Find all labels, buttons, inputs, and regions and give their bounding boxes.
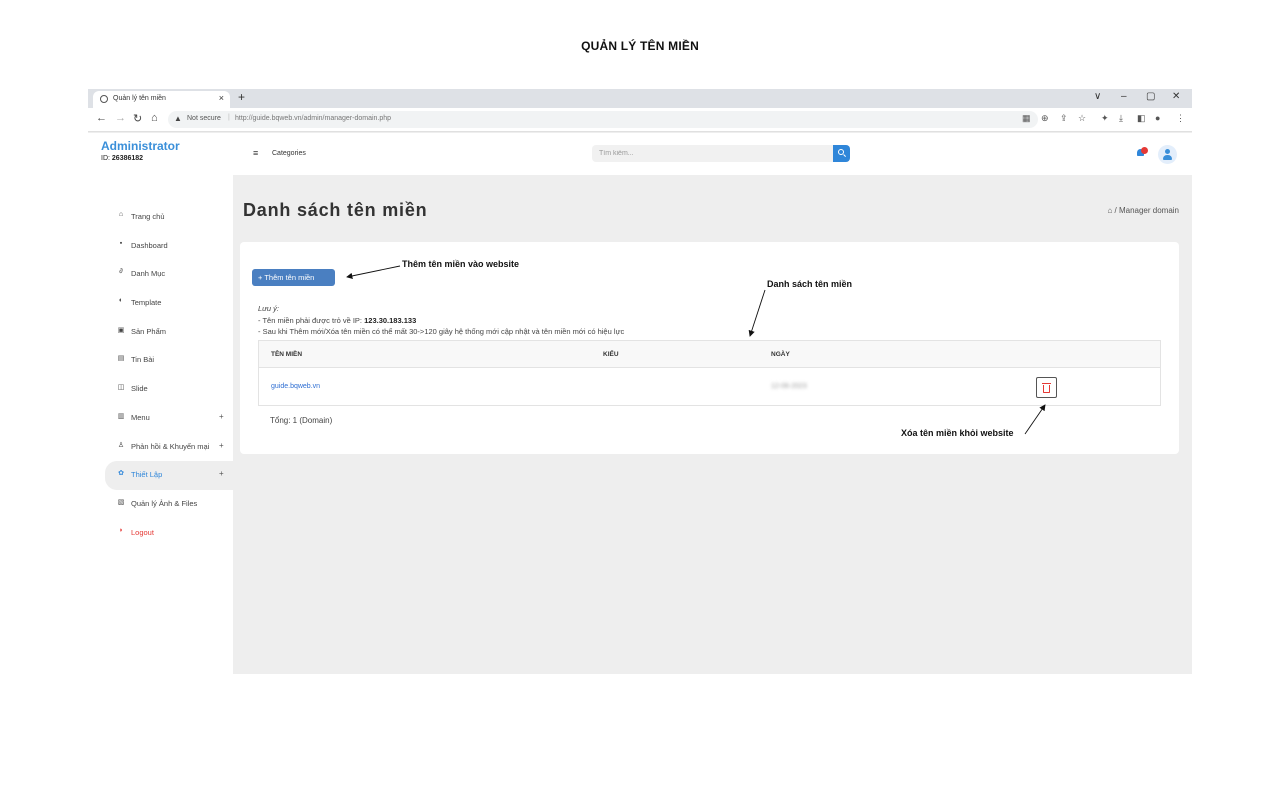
arrow-to-delete [1024, 404, 1046, 435]
annotation-arrows [346, 265, 1046, 435]
arrow-to-add-button [346, 265, 401, 279]
arrow-to-table [748, 289, 766, 337]
